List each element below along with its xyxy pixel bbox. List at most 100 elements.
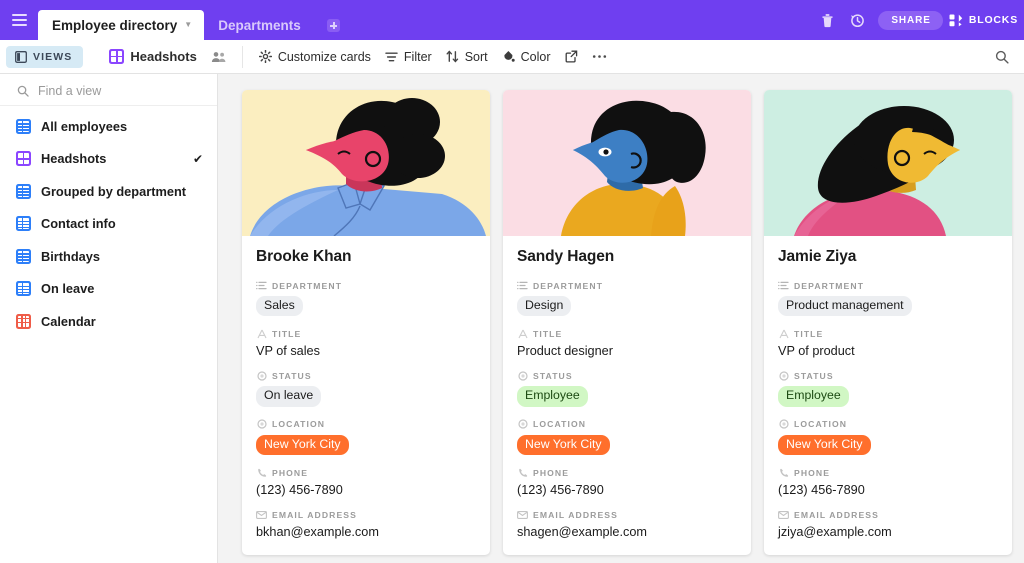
share-view-button[interactable] bbox=[558, 46, 585, 67]
sidebar-item-label: Calendar bbox=[41, 314, 96, 329]
field-location: LOCATION New York City bbox=[256, 419, 476, 455]
gear-icon bbox=[259, 50, 272, 63]
sidebar-item-headshots[interactable]: Headshots ✔ bbox=[0, 143, 217, 176]
plus-icon bbox=[327, 19, 340, 32]
field-phone: PHONE (123) 456-7890 bbox=[517, 467, 737, 497]
field-label: EMAIL ADDRESS bbox=[794, 510, 879, 520]
location-pill: New York City bbox=[256, 435, 349, 455]
blocks-button[interactable]: BLOCKS bbox=[949, 14, 1020, 27]
trash-button[interactable] bbox=[812, 5, 842, 35]
hamburger-menu-button[interactable] bbox=[0, 0, 38, 40]
more-options-button[interactable] bbox=[585, 50, 614, 63]
filter-button[interactable]: Filter bbox=[378, 46, 439, 68]
search-icon bbox=[995, 50, 1009, 64]
tab-label: Departments bbox=[218, 18, 301, 33]
collaborators-button[interactable] bbox=[204, 47, 233, 67]
field-status: STATUS Employee bbox=[517, 370, 737, 406]
status-pill: On leave bbox=[256, 386, 321, 406]
view-toolbar: VIEWS Headshots bbox=[0, 40, 1024, 74]
tab-departments[interactable]: Departments bbox=[204, 11, 313, 40]
grid-table-icon bbox=[16, 281, 31, 296]
title-value: VP of product bbox=[778, 344, 998, 358]
field-status: STATUS Employee bbox=[778, 370, 998, 406]
field-label: TITLE bbox=[794, 329, 823, 339]
phone-value: (123) 456-7890 bbox=[778, 483, 998, 497]
field-email: EMAIL ADDRESS jziya@example.com bbox=[778, 509, 998, 539]
text-a-icon bbox=[256, 328, 267, 339]
field-label: LOCATION bbox=[272, 419, 325, 429]
views-toggle-button[interactable]: VIEWS bbox=[6, 46, 83, 68]
field-location: LOCATION New York City bbox=[517, 419, 737, 455]
circle-select-icon bbox=[256, 419, 267, 430]
app-body: All employees Headshots ✔ bbox=[0, 74, 1024, 563]
blocks-label: BLOCKS bbox=[969, 14, 1018, 26]
field-department: DEPARTMENT Sales bbox=[256, 280, 476, 316]
sidebar-item-grouped-by-department[interactable]: Grouped by department bbox=[0, 175, 217, 208]
color-button[interactable]: Color bbox=[495, 46, 558, 68]
department-pill: Product management bbox=[778, 296, 912, 316]
employee-name: Jamie Ziya bbox=[778, 248, 998, 266]
field-label: STATUS bbox=[794, 371, 834, 381]
sidebar-item-on-leave[interactable]: On leave bbox=[0, 273, 217, 306]
title-value: Product designer bbox=[517, 344, 737, 358]
select-list-icon bbox=[517, 280, 528, 291]
field-label: PHONE bbox=[533, 468, 569, 478]
table-tabs: Employee directory ▼ Departments bbox=[38, 0, 351, 40]
employee-card[interactable]: Jamie Ziya bbox=[764, 90, 1012, 555]
sidebar-item-label: Birthdays bbox=[41, 249, 100, 264]
circle-select-icon bbox=[778, 419, 789, 430]
sort-button[interactable]: Sort bbox=[439, 46, 495, 68]
search-icon bbox=[17, 85, 29, 97]
field-label: LOCATION bbox=[794, 419, 847, 429]
status-pill: Employee bbox=[517, 386, 588, 406]
sidebar-item-contact-info[interactable]: Contact info bbox=[0, 208, 217, 241]
app-root: Employee directory ▼ Departments bbox=[0, 0, 1024, 563]
sidebar-item-label: Headshots bbox=[41, 151, 106, 166]
portrait-illustration-brooke bbox=[242, 90, 490, 236]
top-bar-actions: SHARE BLOCKS bbox=[812, 0, 1024, 40]
portrait-illustration-jamie bbox=[764, 90, 1012, 236]
filter-label: Filter bbox=[404, 50, 432, 64]
customize-cards-label: Customize cards bbox=[278, 50, 371, 64]
customize-cards-button[interactable]: Customize cards bbox=[252, 46, 378, 68]
employee-card[interactable]: Sandy Hagen bbox=[503, 90, 751, 555]
circle-select-icon bbox=[778, 370, 789, 381]
field-location: LOCATION New York City bbox=[778, 419, 998, 455]
department-pill: Sales bbox=[256, 296, 303, 316]
people-icon bbox=[211, 51, 226, 63]
chevron-down-icon[interactable]: ▼ bbox=[184, 21, 192, 29]
add-table-button[interactable] bbox=[323, 11, 345, 40]
status-pill: Employee bbox=[778, 386, 849, 406]
sort-label: Sort bbox=[465, 50, 488, 64]
field-label: DEPARTMENT bbox=[272, 281, 342, 291]
select-list-icon bbox=[778, 280, 789, 291]
field-label: DEPARTMENT bbox=[794, 281, 864, 291]
sidebar-item-calendar[interactable]: Calendar bbox=[0, 305, 217, 338]
employee-card[interactable]: Brooke Khan bbox=[242, 90, 490, 555]
toolbar-search-button[interactable] bbox=[988, 43, 1016, 71]
ellipsis-icon bbox=[592, 54, 607, 59]
share-button[interactable]: SHARE bbox=[878, 11, 943, 30]
grid-table-icon bbox=[16, 216, 31, 231]
field-status: STATUS On leave bbox=[256, 370, 476, 406]
history-button[interactable] bbox=[842, 5, 872, 35]
circle-select-icon bbox=[517, 419, 528, 430]
sidebar-item-label: Contact info bbox=[41, 216, 116, 231]
find-view-input[interactable] bbox=[38, 84, 203, 98]
employee-name: Brooke Khan bbox=[256, 248, 476, 266]
field-label: TITLE bbox=[533, 329, 562, 339]
employee-photo bbox=[764, 90, 1012, 236]
field-email: EMAIL ADDRESS bkhan@example.com bbox=[256, 509, 476, 539]
tab-label: Employee directory bbox=[52, 18, 177, 33]
department-pill: Design bbox=[517, 296, 571, 316]
field-label: PHONE bbox=[272, 468, 308, 478]
sidebar-item-birthdays[interactable]: Birthdays bbox=[0, 240, 217, 273]
sidebar-item-all-employees[interactable]: All employees bbox=[0, 110, 217, 143]
grid-table-icon bbox=[16, 184, 31, 199]
phone-icon bbox=[778, 467, 789, 478]
title-value: VP of sales bbox=[256, 344, 476, 358]
select-list-icon bbox=[256, 280, 267, 291]
envelope-icon bbox=[517, 509, 528, 520]
tab-employee-directory[interactable]: Employee directory ▼ bbox=[38, 10, 204, 40]
current-view-button[interactable]: Headshots bbox=[102, 45, 203, 68]
